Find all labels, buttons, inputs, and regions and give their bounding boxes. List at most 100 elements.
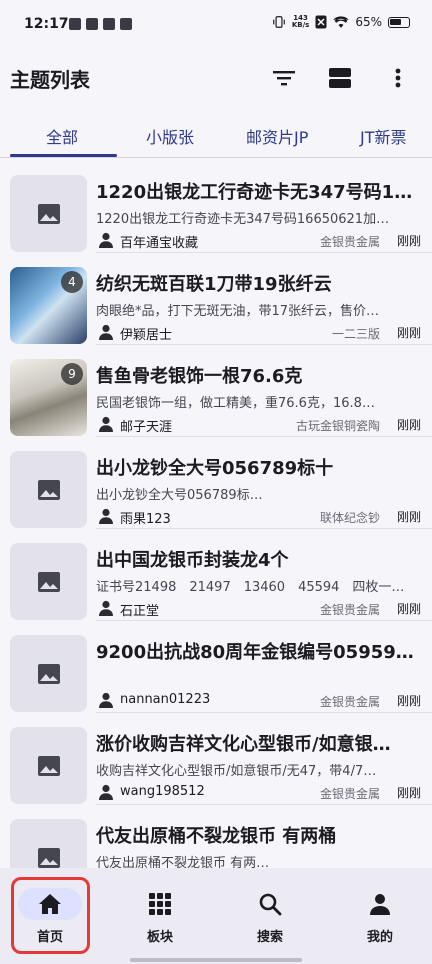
topic-list-item[interactable]: 代友出原桶不裂龙银币 有两桶代友出原桶不裂龙银币 有两… [0, 804, 432, 868]
user-icon [98, 232, 114, 248]
topic-list-item[interactable]: 9 售鱼骨老银饰一根76.6克民国老银饰一组，做工精美，重76.6克，16.8… 邮… [0, 344, 432, 437]
item-time: 刚刚 [396, 418, 421, 432]
item-author: wang198512 [120, 784, 205, 799]
image-placeholder-icon [37, 203, 60, 224]
item-time: 刚刚 [396, 510, 421, 524]
item-description: 证书号21498 21497 13460 45594 四枚一… [96, 580, 405, 595]
item-title: 出小龙钞全大号056789标十 [96, 458, 334, 479]
item-time: 刚刚 [396, 234, 421, 248]
item-title: 涨价收购吉祥文化心型银币/如意银… [96, 734, 391, 755]
status-time: 12:17 [24, 16, 69, 32]
item-description: 代友出原桶不裂龙银币 有两… [96, 856, 270, 868]
topic-list-item[interactable]: 出小龙钞全大号056789标十出小龙钞全大号056789标… 雨果123 联体纪念钞… [0, 436, 432, 529]
image-placeholder-icon [37, 663, 60, 684]
nav-search[interactable]: 搜索 [234, 884, 306, 948]
item-time: 刚刚 [396, 694, 421, 708]
item-title: 售鱼骨老银饰一根76.6克 [96, 366, 303, 387]
status-bar: 12:17 143 KB/s 65% [0, 0, 432, 50]
tab-small-sheet[interactable]: 小版张 [146, 124, 194, 148]
tab-postal-card[interactable]: 邮资片JP [246, 124, 308, 148]
image-count-badge: 4 [61, 271, 83, 293]
home-icon [39, 894, 61, 914]
bottom-navigation: 首页 板块 搜索 我的 [0, 868, 432, 964]
app-notification-icon [86, 18, 98, 30]
category-tabs: 全部 小版张 邮资片JP JT新票 [0, 110, 432, 158]
item-author: 伊颖居士 [120, 328, 173, 343]
image-placeholder-icon [37, 755, 60, 776]
item-author: 百年通宝收藏 [120, 236, 199, 251]
no-sim-icon [315, 15, 327, 29]
item-time: 刚刚 [396, 786, 421, 800]
nav-profile[interactable]: 我的 [344, 884, 416, 948]
filter-icon[interactable] [270, 64, 298, 92]
item-category: 联体纪念钞 [319, 511, 380, 525]
item-description: 收购吉祥文化心型银币/如意银币/无47，带4/7… [96, 764, 377, 779]
item-author: 石正堂 [120, 604, 160, 619]
user-icon [98, 784, 114, 800]
app-notification-icon [120, 18, 132, 30]
app-notification-icon [103, 18, 115, 30]
item-thumbnail[interactable] [10, 819, 87, 868]
page-title: 主题列表 [10, 68, 90, 92]
item-author: 邮子天涯 [120, 420, 173, 435]
item-title: 9200出抗战80周年金银编号05959… [96, 642, 414, 663]
tab-all[interactable]: 全部 [46, 124, 78, 148]
item-thumbnail[interactable] [10, 727, 87, 804]
tab-jt-stamps[interactable]: JT新票 [360, 124, 407, 148]
nav-search-label: 搜索 [256, 930, 283, 945]
user-icon [98, 600, 114, 616]
image-count-badge: 9 [61, 363, 83, 385]
item-category: 金银贵金属 [319, 603, 380, 617]
item-author: 雨果123 [120, 512, 171, 527]
notification-icons [69, 18, 132, 30]
user-icon [98, 692, 114, 708]
image-placeholder-icon [37, 571, 60, 592]
user-icon [98, 416, 114, 432]
top-app-bar: 主题列表 [0, 50, 432, 108]
image-placeholder-icon [37, 479, 60, 500]
item-category: 一二三版 [331, 327, 380, 341]
item-title: 1220出银龙工行奇迹卡无347号码1… [96, 182, 413, 203]
user-icon [98, 324, 114, 340]
item-thumbnail[interactable] [10, 175, 87, 252]
vibrate-icon [273, 16, 285, 28]
image-placeholder-icon [37, 847, 60, 868]
topic-list-item[interactable]: 出中国龙银币封装龙4个证书号21498 21497 13460 45594 四枚… [0, 528, 432, 621]
item-description: 出小龙钞全大号056789标… [96, 488, 263, 503]
item-time: 刚刚 [396, 602, 421, 616]
nav-home-label: 首页 [36, 930, 63, 945]
status-right: 143 KB/s 65% [272, 15, 410, 29]
item-thumbnail[interactable] [10, 451, 87, 528]
item-category: 古玩金银铜瓷陶 [295, 419, 380, 433]
item-thumbnail[interactable] [10, 635, 87, 712]
net-speed: 143 KB/s [291, 14, 310, 29]
item-description: 民国老银饰一组，做工精美，重76.6克，16.8… [96, 396, 375, 411]
item-thumbnail[interactable]: 4 [10, 267, 87, 344]
grid-icon [149, 893, 171, 915]
topic-list-item[interactable]: 1220出银龙工行奇迹卡无347号码1… 1220出银龙工行奇迹卡无347号码16… [0, 160, 432, 253]
item-title: 代友出原桶不裂龙银币 有两桶 [96, 826, 337, 847]
topic-list-item[interactable]: 4 纺织无斑百联1刀带19张纤云 肉眼绝*品，打下无斑无油，带17张纤云，售价… 伊颖… [0, 252, 432, 345]
app-notification-icon [69, 18, 81, 30]
nav-boards[interactable]: 板块 [124, 884, 196, 948]
person-icon [370, 894, 390, 915]
battery-percent: 65% [355, 15, 382, 29]
item-category: 金银贵金属 [319, 695, 380, 709]
view-toggle-icon[interactable] [326, 64, 354, 92]
item-thumbnail[interactable]: 9 [10, 359, 87, 436]
item-author: nannan01223 [120, 692, 211, 707]
topic-list: 1220出银龙工行奇迹卡无347号码1… 1220出银龙工行奇迹卡无347号码16… [0, 160, 432, 868]
active-tab-indicator [10, 154, 117, 157]
nav-boards-label: 板块 [146, 930, 173, 945]
topic-list-item[interactable]: 9200出抗战80周年金银编号05959… nannan01223 金银贵金属 刚刚 [0, 620, 432, 713]
item-title: 出中国龙银币封装龙4个 [96, 550, 289, 571]
item-description: 1220出银龙工行奇迹卡无347号码16650621加… [96, 212, 390, 227]
item-thumbnail[interactable] [10, 543, 87, 620]
item-time: 刚刚 [396, 326, 421, 340]
more-icon[interactable] [384, 64, 412, 92]
wifi-icon [333, 16, 349, 28]
nav-home[interactable]: 首页 [14, 884, 86, 948]
topic-list-item[interactable]: 涨价收购吉祥文化心型银币/如意银… 收购吉祥文化心型银币/如意银币/无47，带4/… [0, 712, 432, 805]
item-description: 肉眼绝*品，打下无斑无油，带17张纤云，售价… [96, 304, 380, 319]
battery-icon [388, 16, 410, 28]
